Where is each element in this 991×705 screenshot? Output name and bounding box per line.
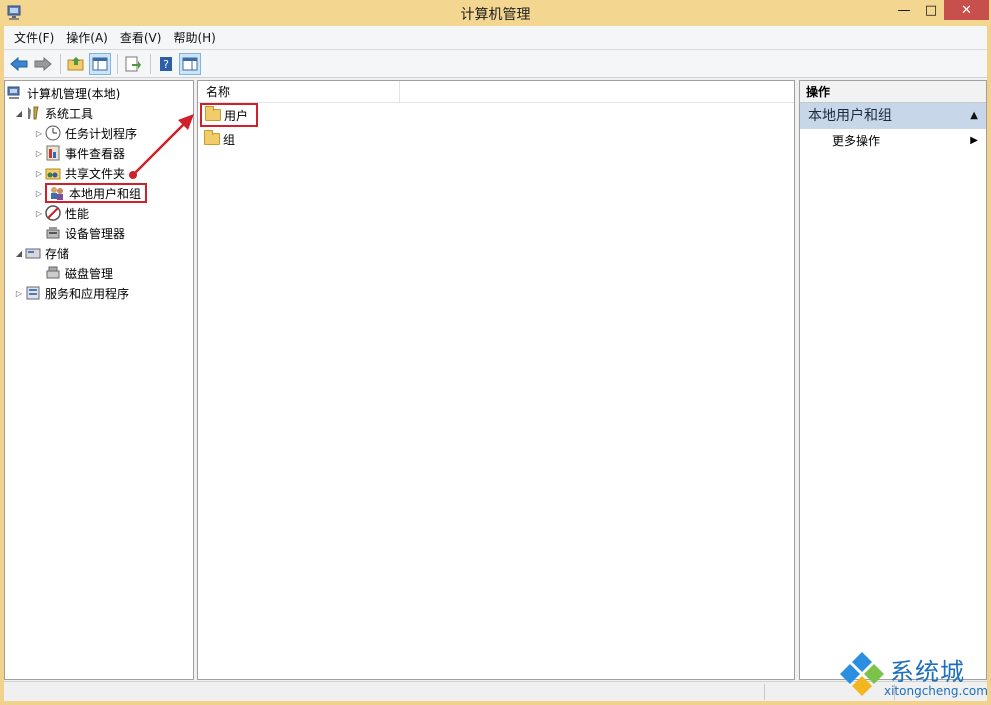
system-tools-icon xyxy=(28,106,39,120)
menu-file[interactable]: 文件(F) xyxy=(8,29,60,46)
tree-item-label: 共享文件夹 xyxy=(65,166,126,181)
window-body: 文件(F) 操作(A) 查看(V) 帮助(H) ? 计算机管理(本地) ◢ 系统… xyxy=(4,26,987,701)
services-apps-icon xyxy=(26,286,40,300)
tree-item-services-and-applications[interactable]: ▷ 服务和应用程序 xyxy=(13,283,129,303)
expand-toggle[interactable]: ▷ xyxy=(33,149,45,158)
tree-item-label: 事件查看器 xyxy=(65,146,126,161)
toolbar: ? xyxy=(4,50,987,78)
svg-text:?: ? xyxy=(163,58,169,71)
local-users-groups-icon xyxy=(51,187,63,200)
collapse-toggle[interactable]: ◢ xyxy=(13,249,25,258)
watermark: 系统城 xitongcheng.com xyxy=(838,650,988,702)
more-actions-item[interactable]: 更多操作 ▶ xyxy=(800,131,986,151)
tree-item-label: 设备管理器 xyxy=(65,226,126,241)
expand-toggle[interactable]: ▷ xyxy=(33,209,45,218)
forward-arrow-icon xyxy=(34,56,52,71)
selection-highlight: 本地用户和组 xyxy=(45,183,148,203)
actions-group-header[interactable]: 本地用户和组 ▲ xyxy=(800,103,986,129)
list-item-label: 用户 xyxy=(224,108,249,123)
console-tree: 计算机管理(本地) ◢ 系统工具 ▷ 任务计划程序 ▷ 事件查看器 ▷ 共享文件… xyxy=(4,80,194,680)
watermark-en: xitongcheng.com xyxy=(884,684,988,698)
tree-item-label: 存储 xyxy=(45,246,70,261)
expand-toggle[interactable]: ▷ xyxy=(33,129,45,138)
folder-icon xyxy=(204,130,220,145)
tree-item-label: 系统工具 xyxy=(45,106,94,121)
submenu-arrow-icon: ▶ xyxy=(970,135,978,146)
tree-item-computer-management[interactable]: 计算机管理(本地) xyxy=(7,83,120,103)
computer-management-icon xyxy=(7,86,20,99)
tree-item-label: 磁盘管理 xyxy=(65,266,114,281)
list-header: 名称 xyxy=(198,81,794,103)
tree-item-task-scheduler[interactable]: ▷ 任务计划程序 xyxy=(33,123,137,143)
up-folder-icon xyxy=(67,56,84,70)
performance-icon xyxy=(45,205,61,221)
back-arrow-icon xyxy=(10,56,28,71)
window-title: 计算机管理 xyxy=(460,7,531,23)
list-item-groups[interactable]: 组 xyxy=(204,129,235,149)
device-manager-icon xyxy=(46,227,60,239)
actions-pane: 操作 本地用户和组 ▲ 更多操作 ▶ xyxy=(799,80,987,680)
collapse-toggle[interactable]: ◢ xyxy=(13,109,25,118)
tree-item-storage[interactable]: ◢ 存储 xyxy=(13,243,69,263)
result-list: 名称 用户 组 xyxy=(197,80,795,680)
menu-help[interactable]: 帮助(H) xyxy=(167,29,221,46)
toolbar-separator xyxy=(150,53,151,74)
xitongcheng-logo-icon xyxy=(840,652,884,696)
menu-view[interactable]: 查看(V) xyxy=(114,29,168,46)
tree-item-system-tools[interactable]: ◢ 系统工具 xyxy=(13,103,93,123)
expand-toggle[interactable]: ▷ xyxy=(33,189,45,198)
menu-action[interactable]: 操作(A) xyxy=(60,29,114,46)
tree-item-label: 本地用户和组 xyxy=(69,186,142,201)
tree-item-label: 服务和应用程序 xyxy=(45,286,130,301)
up-level-button[interactable] xyxy=(65,53,87,75)
status-divider xyxy=(764,684,765,700)
toolbar-separator xyxy=(60,53,61,74)
list-item-label: 组 xyxy=(223,132,236,147)
title-bar: 计算机管理 — □ ✕ xyxy=(0,0,991,26)
column-header-name[interactable]: 名称 xyxy=(198,81,400,103)
expand-toggle[interactable]: ▷ xyxy=(13,289,25,298)
tree-item-event-viewer[interactable]: ▷ 事件查看器 xyxy=(33,143,125,163)
toolbar-separator xyxy=(117,53,118,74)
tree-item-performance[interactable]: ▷ 性能 xyxy=(33,203,89,223)
storage-icon xyxy=(25,248,41,259)
back-button[interactable] xyxy=(8,53,30,75)
tree-item-label: 任务计划程序 xyxy=(65,126,138,141)
tree-item-shared-folders[interactable]: ▷ 共享文件夹 xyxy=(33,163,125,183)
show-hide-console-tree-button[interactable] xyxy=(89,52,111,75)
show-hide-action-pane-icon xyxy=(182,57,198,70)
collapse-caret-icon[interactable]: ▲ xyxy=(970,103,978,129)
help-button[interactable]: ? xyxy=(155,53,177,75)
close-button[interactable]: ✕ xyxy=(944,0,989,20)
show-hide-console-tree-icon xyxy=(92,57,108,70)
tree-item-label: 计算机管理(本地) xyxy=(27,86,121,101)
minimize-button[interactable]: — xyxy=(890,0,918,20)
folder-icon xyxy=(205,106,221,121)
clock-icon xyxy=(45,125,61,141)
actions-group-label: 本地用户和组 xyxy=(808,108,892,124)
shared-folder-icon xyxy=(45,168,61,180)
more-actions-label: 更多操作 xyxy=(832,134,881,148)
disk-management-icon xyxy=(46,266,60,279)
event-viewer-icon xyxy=(46,145,60,161)
list-item-users[interactable]: 用户 xyxy=(200,103,259,127)
export-list-icon xyxy=(125,56,141,71)
tree-item-local-users-and-groups[interactable]: ▷ 本地用户和组 xyxy=(33,183,148,203)
forward-button[interactable] xyxy=(32,53,54,75)
tree-item-device-manager[interactable]: 设备管理器 xyxy=(45,223,125,243)
tree-item-label: 性能 xyxy=(65,206,90,221)
expand-toggle[interactable]: ▷ xyxy=(33,169,45,178)
maximize-button[interactable]: □ xyxy=(918,0,944,20)
menu-bar: 文件(F) 操作(A) 查看(V) 帮助(H) xyxy=(4,26,987,50)
show-hide-action-pane-button[interactable] xyxy=(179,52,201,75)
actions-title: 操作 xyxy=(800,81,986,103)
watermark-cn: 系统城 xyxy=(890,658,965,686)
tree-item-disk-management[interactable]: 磁盘管理 xyxy=(45,263,113,283)
export-list-button[interactable] xyxy=(122,53,144,75)
help-icon: ? xyxy=(160,56,172,71)
